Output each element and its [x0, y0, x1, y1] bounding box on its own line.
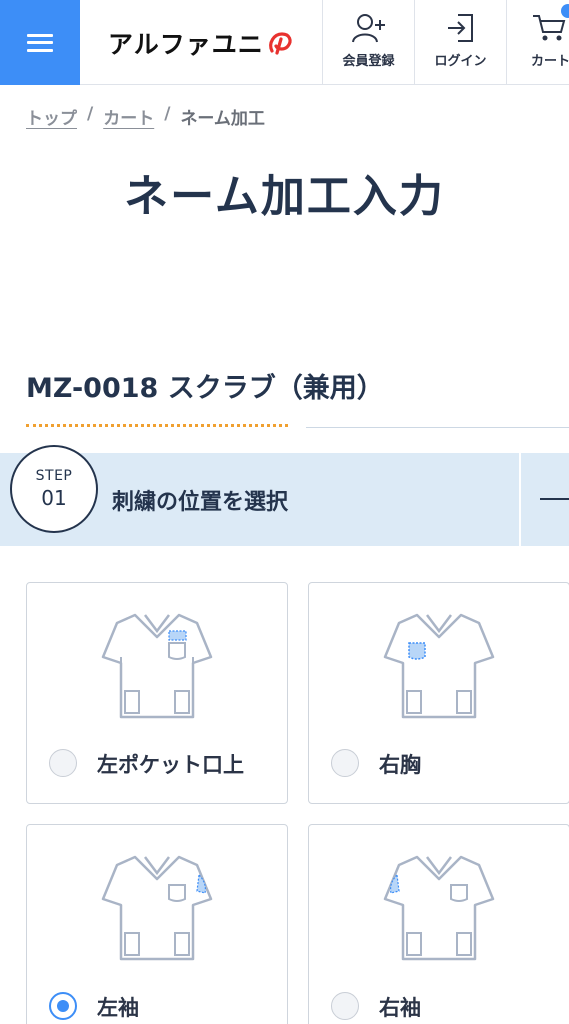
site-logo[interactable]: アルファユニ: [108, 28, 294, 59]
step-prefix: STEP: [35, 468, 73, 484]
hamburger-icon: [27, 33, 53, 52]
radio-right-sleeve[interactable]: [331, 992, 359, 1020]
scrub-shirt-right-chest-icon: [383, 613, 495, 719]
breadcrumb-cart-link[interactable]: カート: [103, 104, 154, 129]
scrub-shirt-left-pocket-top-icon: [101, 613, 213, 719]
breadcrumb-current: ネーム加工: [180, 109, 265, 129]
logo-mark-icon: [268, 32, 292, 55]
breadcrumb-separator: /: [164, 104, 171, 124]
option-label: 左ポケット口上: [97, 753, 244, 777]
add-user-icon: [351, 14, 385, 43]
step-bar-divider: [519, 453, 521, 546]
title-divider-line: [306, 427, 569, 428]
step-number: 01: [41, 486, 67, 510]
breadcrumb: トップ / カート / ネーム加工: [26, 104, 265, 129]
cart-icon: [533, 15, 566, 41]
breadcrumb-top-link[interactable]: トップ: [26, 104, 77, 129]
login-label: ログイン: [434, 54, 487, 69]
site-header: アルファユニ 会員登録 ログイン カート: [0, 0, 569, 85]
option-label: 右袖: [379, 996, 421, 1020]
member-register-button[interactable]: 会員登録: [322, 0, 414, 85]
step-label: 刺繍の位置を選択: [112, 490, 289, 515]
collapse-minus-icon[interactable]: [540, 498, 569, 500]
scrub-shirt-right-sleeve-icon: [383, 855, 495, 961]
radio-left-pocket-top[interactable]: [49, 749, 77, 777]
login-icon: [447, 14, 473, 42]
login-button[interactable]: ログイン: [414, 0, 506, 85]
breadcrumb-separator: /: [87, 104, 94, 124]
position-option-left-pocket-top[interactable]: 左ポケット口上: [26, 582, 288, 804]
member-register-label: 会員登録: [342, 54, 395, 69]
position-option-left-sleeve[interactable]: 左袖: [26, 824, 288, 1024]
menu-button[interactable]: [0, 0, 80, 85]
radio-left-sleeve[interactable]: [49, 992, 77, 1020]
page-title: ネーム加工入力: [124, 171, 445, 222]
cart-button[interactable]: カート: [506, 0, 569, 85]
product-title: MZ-0018 スクラブ（兼用）: [26, 373, 384, 404]
option-label: 左袖: [97, 996, 139, 1020]
position-option-right-chest[interactable]: 右胸: [308, 582, 569, 804]
radio-right-chest[interactable]: [331, 749, 359, 777]
title-dotted-underline: [26, 424, 288, 428]
scrub-shirt-left-sleeve-icon: [101, 855, 213, 961]
cart-label: カート: [531, 54, 569, 69]
cart-count-badge: [561, 4, 569, 18]
option-label: 右胸: [379, 753, 421, 777]
position-option-right-sleeve[interactable]: 右袖: [308, 824, 569, 1024]
step-number-badge: STEP 01: [10, 445, 98, 533]
logo-text: アルファユニ: [108, 30, 264, 59]
